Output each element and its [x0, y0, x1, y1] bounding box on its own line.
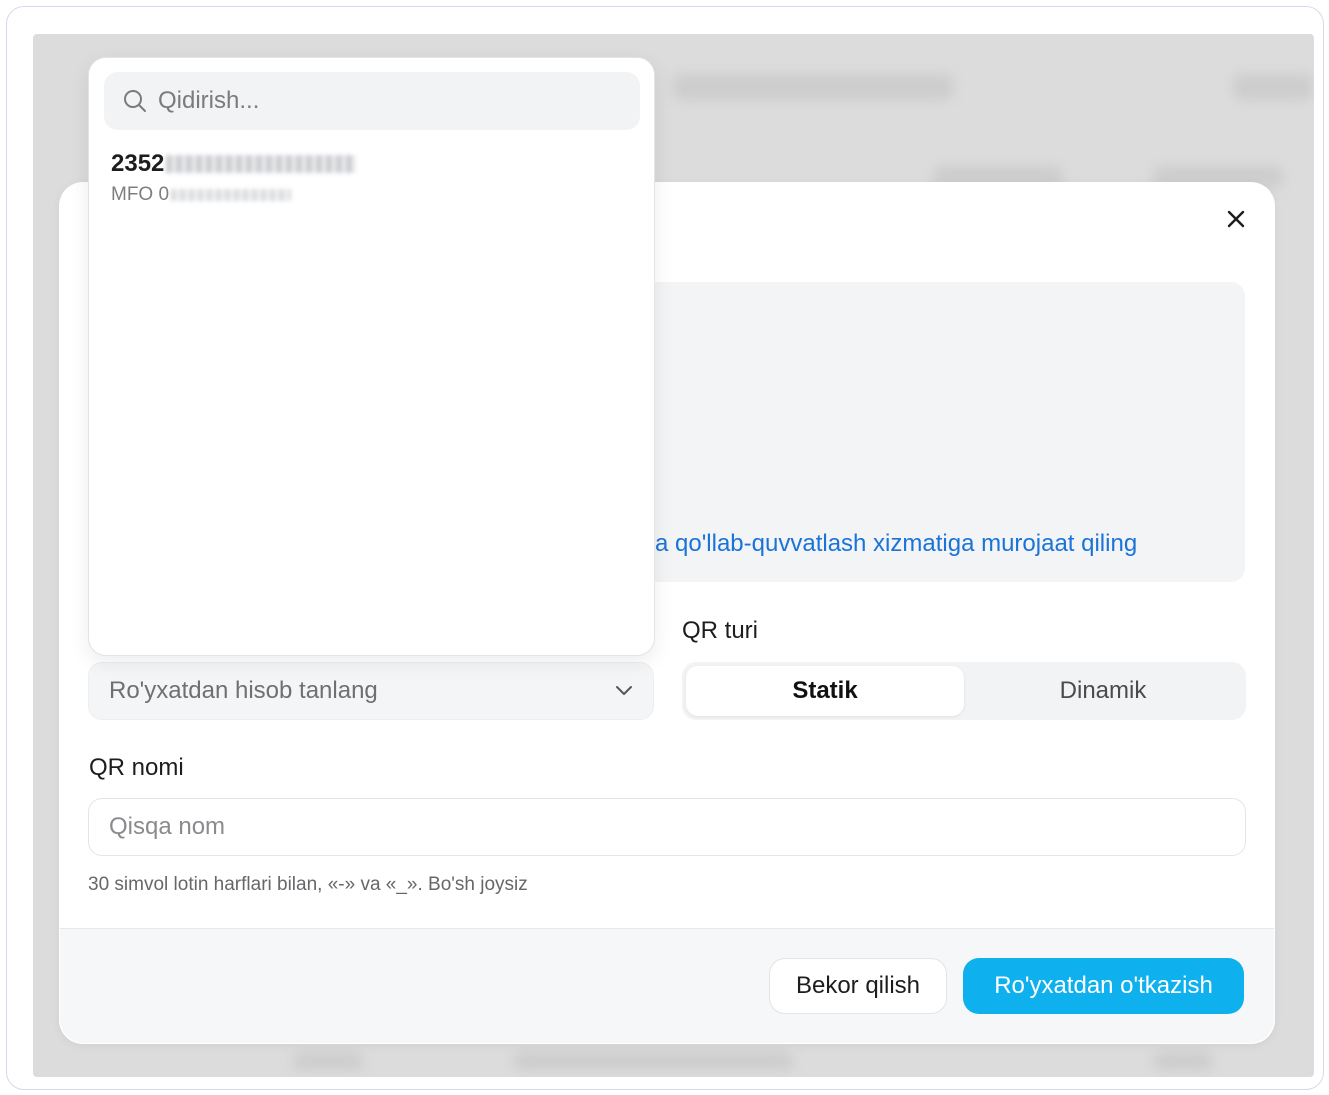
masked-mfo-digits	[171, 189, 292, 201]
mfo-code: MFO 0	[111, 184, 170, 205]
account-dropdown	[88, 57, 655, 656]
account-select[interactable]: Ro'yxatdan hisob tanlang	[88, 662, 654, 720]
dropdown-search	[104, 72, 640, 130]
chevron-down-icon	[616, 686, 632, 695]
qr-name-input[interactable]	[88, 798, 1246, 856]
masked-account-digits	[166, 155, 357, 173]
footer-divider	[60, 928, 1274, 929]
account-select-placeholder: Ro'yxatdan hisob tanlang	[109, 677, 378, 704]
submit-button[interactable]: Ro'yxatdan o'tkazish	[963, 958, 1244, 1014]
close-icon	[1227, 210, 1245, 228]
close-button[interactable]	[1222, 205, 1250, 233]
qr-name-hint: 30 simvol lotin harflari bilan, «-» va «…	[88, 874, 528, 895]
qr-type-static[interactable]: Statik	[686, 666, 964, 716]
cancel-button[interactable]: Bekor qilish	[769, 958, 947, 1014]
search-icon	[124, 90, 146, 112]
account-option[interactable]: 2352 MFO 0	[104, 150, 640, 220]
search-input[interactable]	[158, 87, 622, 115]
qr-name-label: QR nomi	[89, 754, 184, 781]
qr-type-label: QR turi	[682, 617, 759, 644]
qr-type-dynamic[interactable]: Dinamik	[964, 666, 1242, 716]
account-number: 2352	[111, 150, 165, 177]
support-link[interactable]: a qo'llab-quvvatlash xizmatiga murojaat …	[655, 530, 1137, 558]
qr-type-toggle: Statik Dinamik	[682, 662, 1246, 720]
